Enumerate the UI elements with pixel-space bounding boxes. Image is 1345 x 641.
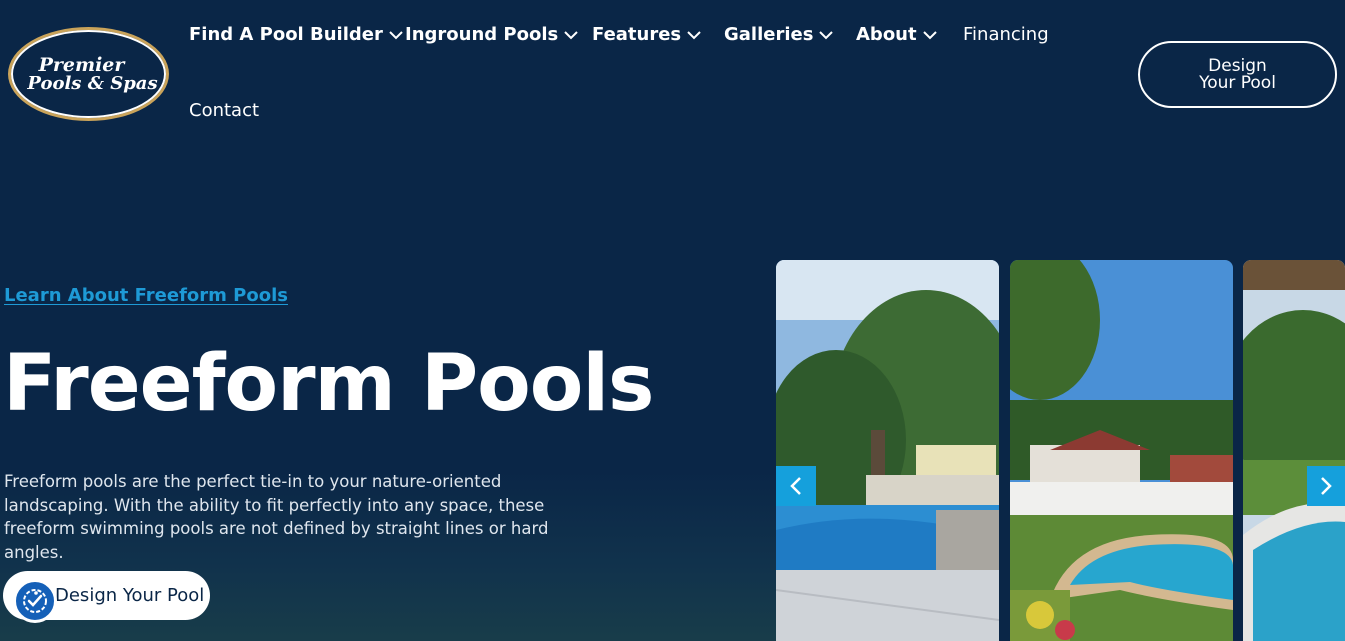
carousel-prev-button[interactable] [776, 466, 816, 506]
chevron-down-icon [564, 30, 578, 39]
pool-photo-3 [1243, 260, 1345, 641]
nav-label: About [856, 24, 917, 45]
nav-item-features[interactable]: Features [592, 24, 701, 45]
logo-text-premier: Premier [38, 53, 125, 76]
cta-label: Design Your Pool [55, 585, 205, 606]
nav-item-inground-pools[interactable]: Inground Pools [405, 24, 578, 45]
chevron-down-icon [389, 30, 403, 39]
logo-text-pools-spas: Pools & Spas [27, 72, 158, 94]
design-button-label: Design Your Pool [1199, 57, 1276, 93]
page-title: Freeform Pools [3, 339, 654, 429]
nav-label: Features [592, 24, 682, 45]
carousel-next-button[interactable] [1307, 466, 1345, 506]
carousel-slide-3[interactable] [1243, 260, 1345, 641]
chevron-down-icon [922, 30, 937, 39]
chevron-down-icon [819, 30, 834, 39]
nav-item-financing[interactable]: Financing [963, 24, 1049, 45]
logo-emblem: Premier Pools & Spas [11, 30, 166, 118]
chevron-down-icon [687, 30, 701, 39]
nav-item-contact[interactable]: Contact [189, 100, 259, 121]
logo[interactable]: Premier Pools & Spas [8, 27, 169, 121]
pool-image-carousel [776, 260, 1345, 641]
nav-item-galleries[interactable]: Galleries [724, 24, 834, 45]
hero-description: Freeform pools are the perfect tie-in to… [4, 472, 549, 562]
design-button-line2: Your Pool [1199, 72, 1276, 93]
nav-item-about[interactable]: About [856, 24, 937, 45]
accessibility-icon[interactable] [13, 579, 57, 623]
nav-label: Inground Pools [405, 24, 559, 45]
pool-photo-1 [776, 260, 999, 641]
accessibility-glyph [23, 589, 47, 613]
chevron-left-icon [790, 477, 801, 495]
nav-label: Contact [189, 100, 260, 121]
carousel-slide-1[interactable] [776, 260, 999, 641]
nav-label: Find A Pool Builder [189, 24, 383, 45]
learn-about-freeform-pools-link[interactable]: Learn About Freeform Pools [4, 285, 288, 306]
chevron-right-icon [1321, 477, 1332, 495]
nav-label: Financing [963, 24, 1049, 45]
nav-item-find-a-pool-builder[interactable]: Find A Pool Builder [189, 24, 403, 45]
nav-label: Galleries [724, 24, 814, 45]
pool-photo-2 [1010, 260, 1233, 641]
carousel-slide-2[interactable] [1010, 260, 1233, 641]
design-your-pool-header-button[interactable]: Design Your Pool [1138, 41, 1337, 108]
